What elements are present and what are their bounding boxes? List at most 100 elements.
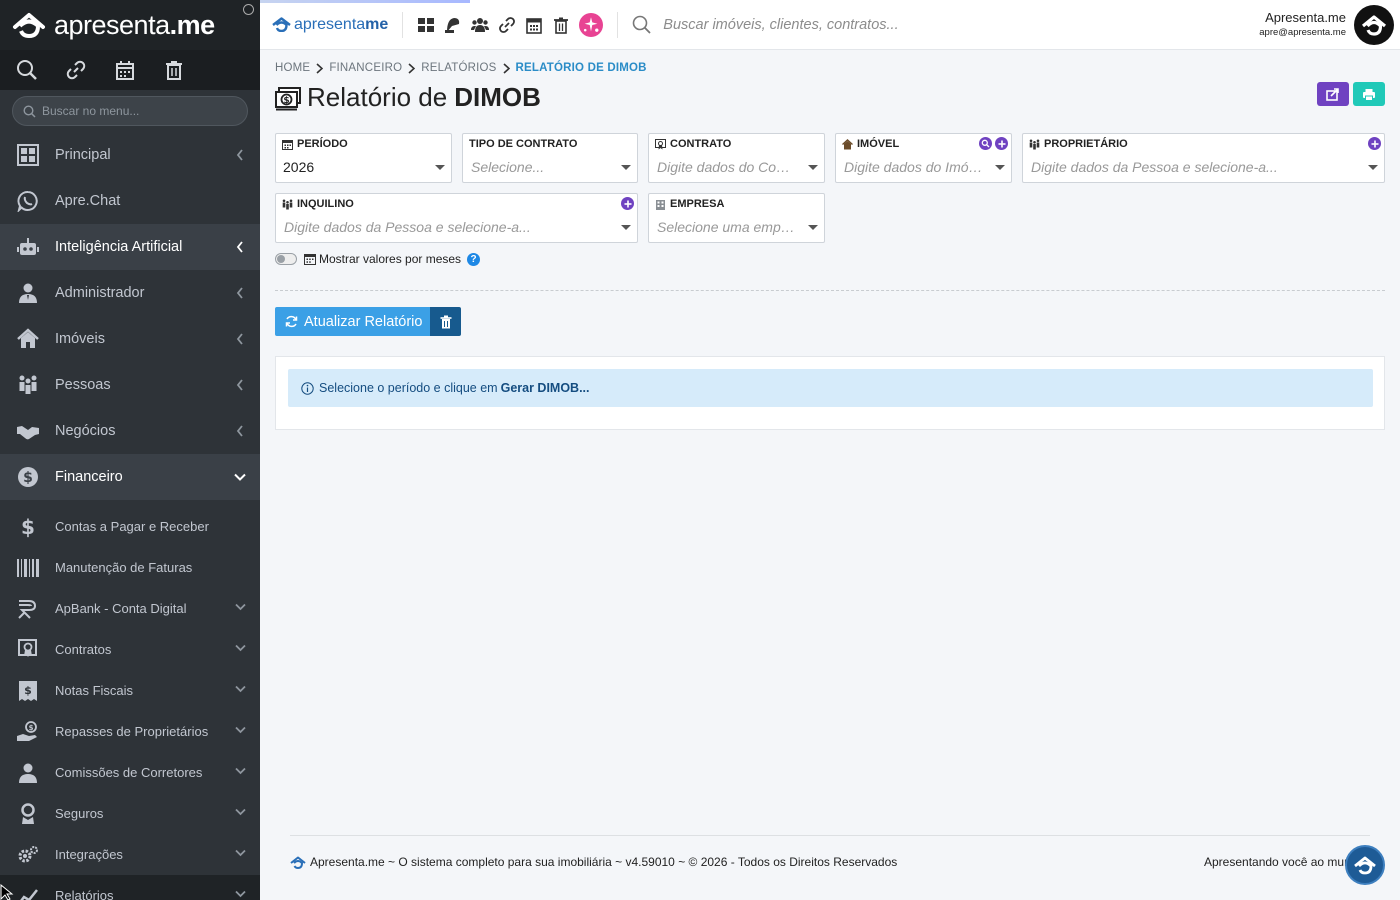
avatar[interactable] <box>1354 5 1394 45</box>
tipo-contrato-select[interactable]: TIPO DE CONTRATO Selecione... <box>462 133 638 183</box>
periodo-value: 2026 <box>283 159 315 175</box>
user-info[interactable]: Apresenta.me apre@apresenta.me <box>1259 10 1346 38</box>
submenu-comissoes[interactable]: Comissões de Corretores <box>0 752 260 793</box>
chevron-right-icon <box>502 62 510 74</box>
mostrar-meses-toggle[interactable] <box>275 253 297 265</box>
grid-icon[interactable] <box>417 16 435 34</box>
submenu-contratos[interactable]: Contratos <box>0 629 260 670</box>
help-icon[interactable]: ? <box>467 252 481 266</box>
sidebar-item-ia[interactable]: Inteligência Artificial <box>0 224 260 270</box>
ai-assistant-button[interactable] <box>579 12 604 37</box>
imovel-add-button[interactable] <box>995 137 1008 150</box>
users-icon[interactable] <box>471 16 490 34</box>
sidebar-item-aprechat[interactable]: Apre.Chat <box>0 178 260 224</box>
search-icon[interactable] <box>16 59 38 81</box>
sidebar-item-label: Negócios <box>55 423 116 439</box>
submenu-manutencao-faturas[interactable]: Manutenção de Faturas <box>0 547 260 588</box>
logo-icon <box>1361 15 1387 36</box>
submenu-contas-pagar-receber[interactable]: $ Contas a Pagar e Receber <box>0 506 260 547</box>
link-icon[interactable] <box>498 16 516 34</box>
search-icon <box>981 139 990 148</box>
svg-text:$: $ <box>23 470 33 486</box>
chevron-down-icon <box>234 473 246 481</box>
sidebar-item-financeiro[interactable]: $ Financeiro <box>0 454 260 500</box>
periodo-label: PERÍODO <box>282 138 348 150</box>
calendar-icon[interactable] <box>114 59 136 81</box>
breadcrumb: HOME FINANCEIRO RELATÓRIOS RELATÓRIO DE … <box>275 62 647 74</box>
atualizar-relatorio-button[interactable]: Atualizar Relatório <box>275 307 430 336</box>
breadcrumb-financeiro[interactable]: FINANCEIRO <box>329 62 402 74</box>
svg-text:$: $ <box>21 516 35 538</box>
info-alert-text: Selecione o período e clique em <box>319 381 498 395</box>
sidebar-logo[interactable]: apresenta.me <box>0 0 260 50</box>
print-button[interactable] <box>1353 82 1385 106</box>
proprietario-add-button[interactable] <box>1368 137 1381 150</box>
divider <box>275 290 1385 291</box>
imovel-search-button[interactable] <box>979 137 992 150</box>
sidebar-item-label: Imóveis <box>55 331 105 347</box>
share-button[interactable] <box>1317 82 1349 106</box>
whatsapp-icon <box>16 189 40 213</box>
building-icon <box>656 199 665 210</box>
imovel-select[interactable]: IMÓVEL Digite dados do Imóvel <box>835 133 1012 183</box>
proprietario-placeholder: Digite dados da Pessoa e selecione-a... <box>1031 159 1278 175</box>
global-search-input[interactable]: Buscar imóveis, clientes, contratos... <box>632 15 899 34</box>
submenu-repasses[interactable]: $ Repasses de Proprietários <box>0 711 260 752</box>
sidebar-item-pessoas[interactable]: Pessoas <box>0 362 260 408</box>
insurance-agent-icon <box>16 802 40 826</box>
house-icon <box>842 138 853 149</box>
submenu-notas-fiscais[interactable]: $ Notas Fiscais <box>0 670 260 711</box>
chevron-left-icon <box>236 149 243 161</box>
leads-icon[interactable] <box>444 16 462 34</box>
page-title: $ Relatório de DIMOB <box>275 82 541 113</box>
sidebar-item-negocios[interactable]: Negócios <box>0 408 260 454</box>
dollar-circle-icon: $ <box>16 465 40 489</box>
trash-icon[interactable] <box>552 16 570 34</box>
search-icon <box>632 15 651 34</box>
pin-icon[interactable] <box>243 4 254 15</box>
periodo-select[interactable]: PERÍODO 2026 <box>275 133 452 183</box>
calendar-icon[interactable] <box>525 16 543 34</box>
clear-button[interactable] <box>430 307 461 336</box>
contrato-placeholder: Digite dados do Contrato <box>657 159 797 175</box>
plus-icon <box>624 200 631 207</box>
handshake-icon <box>16 419 40 443</box>
submenu-relatorios[interactable]: Relatórios <box>0 875 260 900</box>
topbar-brand[interactable]: apresenta me <box>272 16 388 34</box>
global-search-placeholder: Buscar imóveis, clientes, contratos... <box>663 16 899 33</box>
info-icon <box>301 381 314 395</box>
sidebar-item-label: Principal <box>55 147 111 163</box>
breadcrumb-relatorios[interactable]: RELATÓRIOS <box>421 62 496 74</box>
plus-icon <box>1371 140 1378 147</box>
footer: Apresenta.me ~ O sistema completo para s… <box>290 855 897 869</box>
user-icon <box>16 761 40 785</box>
chat-fab-button[interactable] <box>1345 845 1385 885</box>
refresh-icon <box>285 315 298 328</box>
contrato-label: CONTRATO <box>655 138 731 150</box>
contract-icon <box>16 638 40 662</box>
sidebar-item-imoveis[interactable]: Imóveis <box>0 316 260 362</box>
inquilino-select[interactable]: INQUILINO Digite dados da Pessoa e selec… <box>275 193 638 243</box>
chevron-down-icon <box>235 726 246 734</box>
inquilino-placeholder: Digite dados da Pessoa e selecione-a... <box>284 219 531 235</box>
submenu-integracoes[interactable]: Integrações <box>0 834 260 875</box>
empresa-select[interactable]: EMPRESA Selecione uma empresa <box>648 193 825 243</box>
contrato-select[interactable]: CONTRATO Digite dados do Contrato <box>648 133 825 183</box>
submenu-apbank[interactable]: ApBank - Conta Digital <box>0 588 260 629</box>
breadcrumb-home[interactable]: HOME <box>275 62 310 74</box>
share-icon <box>1326 87 1339 101</box>
sidebar: apresenta.me Buscar no menu... Principal… <box>0 0 260 900</box>
proprietario-select[interactable]: PROPRIETÁRIO Digite dados da Pessoa e se… <box>1022 133 1385 183</box>
trash-icon[interactable] <box>163 59 185 81</box>
sidebar-quick-actions <box>0 50 260 90</box>
menu-search-input[interactable]: Buscar no menu... <box>12 96 248 126</box>
submenu-seguros[interactable]: Seguros <box>0 793 260 834</box>
link-icon[interactable] <box>65 59 87 81</box>
inquilino-add-button[interactable] <box>621 197 634 210</box>
svg-text:$: $ <box>29 724 34 732</box>
empresa-placeholder: Selecione uma empresa <box>657 219 797 235</box>
sidebar-item-label: Inteligência Artificial <box>55 239 183 255</box>
sidebar-item-principal[interactable]: Principal <box>0 132 260 178</box>
sidebar-item-administrador[interactable]: Administrador <box>0 270 260 316</box>
chart-line-icon <box>16 884 40 900</box>
